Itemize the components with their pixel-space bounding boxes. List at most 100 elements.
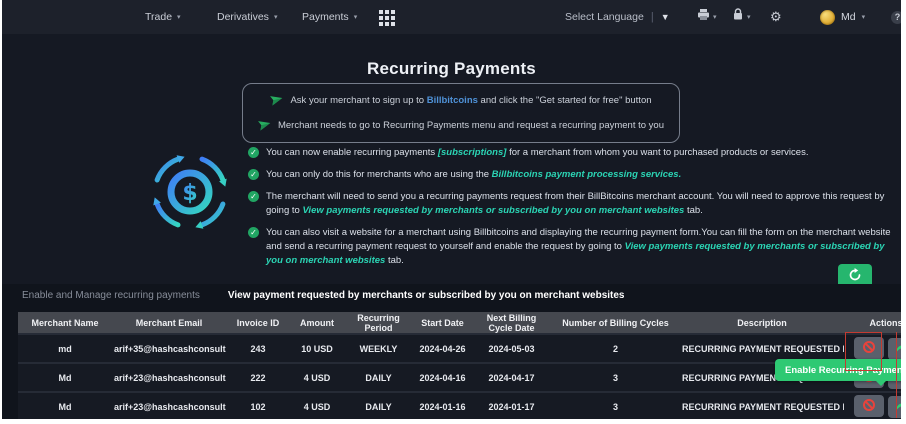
gear-icon: ⚙ xyxy=(770,9,782,24)
language-selector[interactable]: Select Language | ▼ xyxy=(565,0,670,34)
chevron-down-icon: ▾ xyxy=(177,13,181,21)
bullet-text: You can now enable recurring payments [s… xyxy=(266,146,808,160)
reject-recurring-payment-button[interactable] xyxy=(854,395,884,417)
cell-description: RECURRING PAYMENT REQUESTED BY MERCHANT xyxy=(680,391,844,419)
send-icon xyxy=(270,93,283,109)
column-header: Actions xyxy=(844,312,901,334)
bullet-text: You can also visit a website for a merch… xyxy=(266,226,893,268)
text: Merchant needs to go to Recurring Paymen… xyxy=(277,120,665,131)
gold-coin-avatar xyxy=(820,9,835,25)
text-link[interactable]: Billbitcoins xyxy=(427,95,478,106)
settings-button[interactable]: ⚙ xyxy=(770,0,782,34)
text: for a merchant from whom you want to pur… xyxy=(506,147,809,158)
nav-menu-label: Derivatives xyxy=(217,11,269,23)
tab-enable-manage[interactable]: Enable and Manage recurring payments xyxy=(22,290,200,301)
check-icon: ✓ xyxy=(248,227,259,238)
user-name: Md xyxy=(841,11,856,23)
text: You can now enable recurring payments xyxy=(266,147,438,158)
orders-menu[interactable]: ▾ xyxy=(697,0,717,34)
recurring-dollar-cycle-icon: $ xyxy=(148,146,234,268)
nav-menu-label: Trade xyxy=(145,11,173,23)
table-header-row: Merchant Name Merchant Email Invoice ID Amo… xyxy=(18,312,901,334)
enable-recurring-payment-button[interactable] xyxy=(888,338,901,360)
text: and click the "Get started for free" but… xyxy=(477,95,652,106)
column-header: Merchant Email xyxy=(112,312,226,334)
cell-recurring-period: WEEKLY xyxy=(344,333,413,363)
column-header: Next Billing Cycle Date xyxy=(472,312,551,334)
tab-view-requested[interactable]: View payment requested by merchants or s… xyxy=(228,290,625,301)
top-navbar: Trade ▾ Derivatives ▾ Payments ▾ Select … xyxy=(2,0,901,34)
cell-amount: 10 USD xyxy=(290,333,344,363)
column-header: Amount xyxy=(290,312,344,334)
send-icon xyxy=(258,118,271,134)
cell-number-of-billing-cycles: 2 xyxy=(551,333,680,363)
cell-merchant-email: arif+35@hashcashconsultants.com xyxy=(112,333,226,363)
highlight-text: Billbitcoins payment processing services… xyxy=(491,169,682,180)
merchant-info-box: Ask your merchant to sign up to Billbitc… xyxy=(242,83,680,143)
list-item: ✓ You can only do this for merchants who… xyxy=(248,168,893,182)
page-title: Recurring Payments xyxy=(367,59,536,79)
check-icon: ✓ xyxy=(248,191,259,202)
cell-recurring-period: DAILY xyxy=(344,391,413,419)
cell-merchant-name: Md xyxy=(18,362,112,392)
check-icon: ✓ xyxy=(248,147,259,158)
payments-table-wrap: Merchant Name Merchant Email Invoice ID Amo… xyxy=(18,312,901,419)
printer-icon xyxy=(697,8,710,26)
cell-merchant-name: md xyxy=(18,333,112,363)
nav-menu-label: Payments xyxy=(302,11,349,23)
security-menu[interactable]: ▾ xyxy=(732,0,751,34)
table-body: mdarif+35@hashcashconsultants.com24310 U… xyxy=(18,333,901,419)
chevron-down-icon: ▾ xyxy=(861,13,866,21)
table-row: Mdarif+23@hashcashconsultants.com2224 US… xyxy=(18,362,901,392)
lock-icon xyxy=(732,8,744,26)
text: You can only do this for merchants who a… xyxy=(266,169,492,180)
bullet-text: You can only do this for merchants who a… xyxy=(266,168,681,182)
highlight-red-line xyxy=(896,332,897,418)
cell-next-billing-cycle-date: 2024-05-03 xyxy=(472,333,551,363)
cell-number-of-billing-cycles: 3 xyxy=(551,362,680,392)
chevron-down-icon: ▾ xyxy=(273,13,278,21)
question-icon: ? xyxy=(891,10,901,24)
enable-recurring-payment-button[interactable] xyxy=(888,396,901,418)
cell-next-billing-cycle-date: 2024-01-17 xyxy=(472,391,551,419)
text: tab. xyxy=(684,205,703,216)
highlight-text: [subscriptions] xyxy=(437,147,507,158)
page: Trade ▾ Derivatives ▾ Payments ▾ Select … xyxy=(0,0,906,424)
info-line: Merchant needs to go to Recurring Paymen… xyxy=(243,118,679,134)
chevron-down-icon: ▾ xyxy=(353,13,358,21)
cell-recurring-period: DAILY xyxy=(344,362,413,392)
nav-menu-trade[interactable]: Trade ▾ xyxy=(145,0,181,34)
tab-bar: Enable and Manage recurring payments Vie… xyxy=(22,290,625,301)
nav-menu-payments[interactable]: Payments ▾ xyxy=(302,0,357,34)
cell-merchant-name: Md xyxy=(18,391,112,419)
bullet-list: ✓ You can now enable recurring payments … xyxy=(248,146,893,268)
list-item: ✓ You can also visit a website for a mer… xyxy=(248,226,893,268)
payments-table: Merchant Name Merchant Email Invoice ID Amo… xyxy=(18,312,901,419)
column-header: Description xyxy=(680,312,844,334)
column-header: Merchant Name xyxy=(18,312,112,334)
cell-invoice-id: 243 xyxy=(226,333,290,363)
block-icon xyxy=(862,398,876,415)
intro-section: $ ✓ You can now enable recurring payment… xyxy=(148,146,893,268)
info-text: Merchant needs to go to Recurring Paymen… xyxy=(278,120,664,131)
info-line: Ask your merchant to sign up to Billbitc… xyxy=(243,93,679,109)
help-button[interactable]: ? xyxy=(891,0,901,34)
user-menu[interactable]: Md ▾ xyxy=(820,0,865,34)
highlight-red-box xyxy=(845,332,882,371)
list-item: ✓ You can now enable recurring payments … xyxy=(248,146,893,160)
table-row: mdarif+35@hashcashconsultants.com24310 U… xyxy=(18,333,901,363)
language-label: Select Language xyxy=(565,11,644,23)
cell-amount: 4 USD xyxy=(290,362,344,392)
text: tab. xyxy=(385,255,404,266)
column-header: Number of Billing Cycles xyxy=(551,312,680,334)
nav-menu-derivatives[interactable]: Derivatives ▾ xyxy=(217,0,277,34)
list-item: ✓ The merchant will need to send you a r… xyxy=(248,190,893,218)
column-header: Recurring Period xyxy=(344,312,413,334)
chevron-down-icon: ▾ xyxy=(713,13,717,21)
cell-number-of-billing-cycles: 3 xyxy=(551,391,680,419)
app-window: Trade ▾ Derivatives ▾ Payments ▾ Select … xyxy=(2,0,901,419)
cell-amount: 4 USD xyxy=(290,391,344,419)
chevron-down-icon: ▾ xyxy=(747,13,751,21)
apps-grid-icon[interactable] xyxy=(379,10,395,26)
check-icon: ✓ xyxy=(248,169,259,180)
